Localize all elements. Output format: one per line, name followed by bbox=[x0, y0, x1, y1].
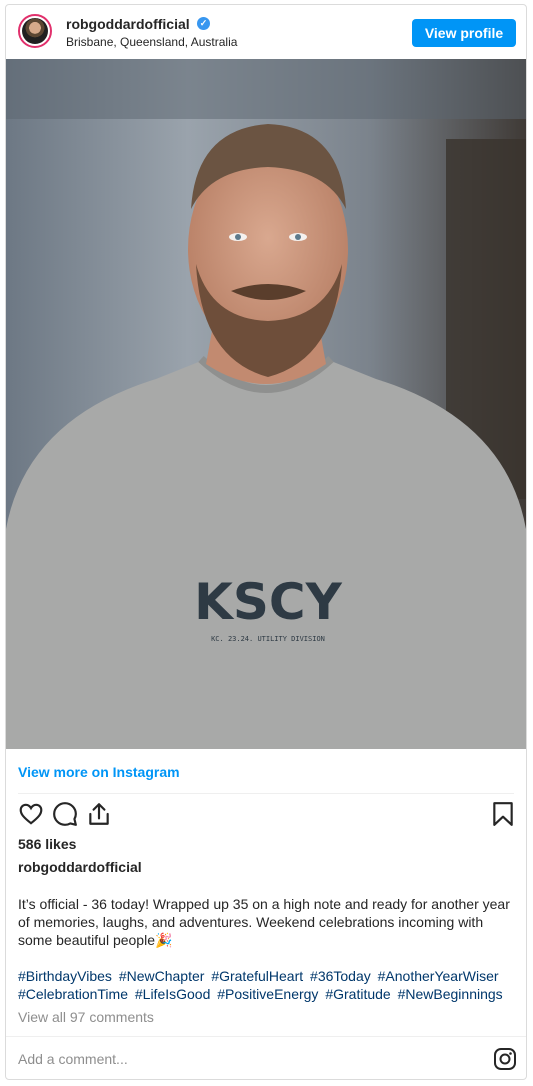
post-header: robgoddardofficial ✓ Brisbane, Queenslan… bbox=[6, 5, 526, 59]
hashtag-list: #BirthdayVibes #NewChapter #GratefulHear… bbox=[18, 967, 518, 1003]
hashtag-link[interactable]: #36Today bbox=[310, 968, 371, 984]
likes-count[interactable]: 586 likes bbox=[18, 836, 76, 852]
hashtag-link[interactable]: #AnotherYearWiser bbox=[378, 968, 499, 984]
shirt-subtext: KC. 23.24. UTILITY DIVISION bbox=[211, 635, 325, 643]
action-bar bbox=[6, 801, 526, 833]
hashtag-link[interactable]: #NewChapter bbox=[119, 968, 205, 984]
shirt-text: KSCY bbox=[194, 573, 342, 631]
hashtag-link[interactable]: #GratefulHeart bbox=[211, 968, 303, 984]
instagram-logo-icon[interactable] bbox=[493, 1047, 517, 1071]
hashtag-link[interactable]: #LifeIsGood bbox=[135, 986, 211, 1002]
avatar[interactable] bbox=[18, 14, 52, 48]
hashtag-link[interactable]: #Gratitude bbox=[325, 986, 390, 1002]
post-photo-illustration: KSCY KC. 23.24. UTILITY DIVISION bbox=[6, 59, 526, 749]
caption-username[interactable]: robgoddardofficial bbox=[18, 859, 142, 875]
caption-text: It’s official - 36 today! Wrapped up 35 … bbox=[18, 896, 510, 948]
share-icon[interactable] bbox=[86, 801, 112, 827]
view-profile-button[interactable]: View profile bbox=[412, 19, 516, 47]
hashtag-link[interactable]: #CelebrationTime bbox=[18, 986, 128, 1002]
heart-icon[interactable] bbox=[18, 801, 44, 827]
verified-badge-icon: ✓ bbox=[197, 17, 210, 30]
hashtag-link[interactable]: #NewBeginnings bbox=[398, 986, 503, 1002]
hashtag-link[interactable]: #BirthdayVibes bbox=[18, 968, 112, 984]
header-location[interactable]: Brisbane, Queensland, Australia bbox=[66, 35, 237, 49]
avatar-image bbox=[22, 18, 48, 44]
hashtag-link[interactable]: #PositiveEnergy bbox=[217, 986, 318, 1002]
header-username[interactable]: robgoddardofficial bbox=[66, 16, 190, 32]
view-comments-link[interactable]: View all 97 comments bbox=[18, 1009, 154, 1025]
divider bbox=[6, 1036, 526, 1037]
post-photo[interactable]: KSCY KC. 23.24. UTILITY DIVISION bbox=[6, 59, 526, 749]
instagram-embed-card: robgoddardofficial ✓ Brisbane, Queenslan… bbox=[5, 4, 527, 1080]
comment-icon[interactable] bbox=[52, 801, 78, 827]
bookmark-icon[interactable] bbox=[490, 801, 516, 827]
add-comment-input[interactable]: Add a comment... bbox=[18, 1051, 128, 1067]
divider bbox=[18, 793, 514, 794]
view-more-link[interactable]: View more on Instagram bbox=[18, 764, 180, 780]
